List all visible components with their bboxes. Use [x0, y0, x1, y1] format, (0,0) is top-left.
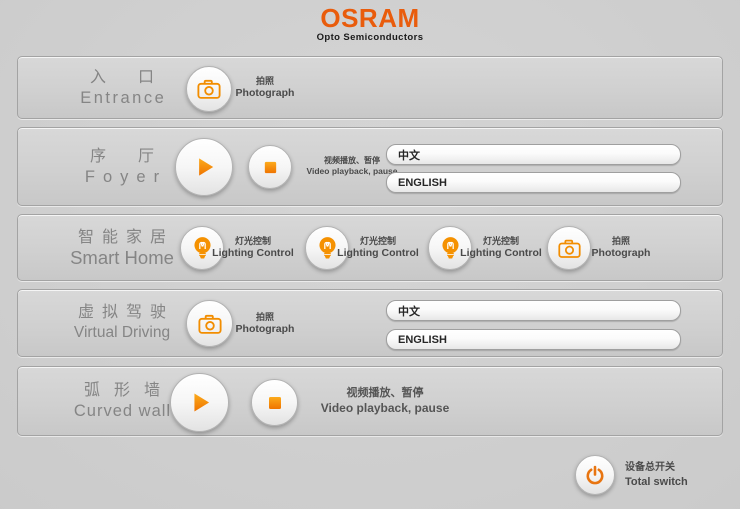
- section-title-zh: 智能家居: [70, 228, 174, 248]
- foyer-english-button[interactable]: ENGLISH: [386, 172, 681, 193]
- lighting-control-label-3: 灯光控制 Lighting Control: [453, 215, 549, 280]
- field-label: ENGLISH: [398, 334, 447, 346]
- virtual-driving-photo-label: 拍照 Photograph: [220, 290, 310, 356]
- power-icon: [583, 463, 607, 487]
- label-en: Lighting Control: [453, 247, 549, 260]
- curved-wall-play-button[interactable]: [170, 373, 229, 432]
- section-title-en: Curved wall: [73, 401, 171, 421]
- camera-icon: [196, 77, 222, 101]
- section-title-en: Entrance: [78, 88, 167, 108]
- stop-icon: [262, 159, 279, 176]
- section-title-zh: 序厅: [58, 147, 186, 167]
- panel-smart-home: 智能家居 Smart Home 灯光控制 Lighting Control: [17, 214, 723, 281]
- curved-wall-stop-button[interactable]: [251, 379, 298, 426]
- label-zh: 拍照: [576, 235, 666, 247]
- section-title-en: Smart Home: [70, 248, 174, 268]
- section-title-en: Virtual Driving: [74, 323, 170, 343]
- control-panel: OSRAM Opto Semiconductors 入口 Entrance 拍照…: [0, 0, 740, 509]
- smart-home-photo-label: 拍照 Photograph: [576, 215, 666, 280]
- foyer-play-button[interactable]: [175, 138, 233, 196]
- virtual-driving-chinese-button[interactable]: 中文: [386, 300, 681, 321]
- header: OSRAM Opto Semiconductors: [0, 5, 740, 43]
- label-zh: 拍照: [220, 75, 310, 87]
- play-icon: [186, 389, 213, 416]
- lighting-control-label-1: 灯光控制 Lighting Control: [205, 215, 301, 280]
- panel-virtual-driving: 虚拟驾驶 Virtual Driving 拍照 Photograph 中文 EN…: [17, 289, 723, 357]
- foyer-chinese-button[interactable]: 中文: [386, 144, 681, 165]
- virtual-driving-english-button[interactable]: ENGLISH: [386, 329, 681, 350]
- label-en: Video playback, pause: [300, 401, 470, 416]
- camera-icon: [197, 312, 223, 336]
- total-switch-button[interactable]: [575, 455, 615, 495]
- section-title-zh: 入口: [58, 68, 186, 88]
- osram-logo: OSRAM: [0, 5, 740, 31]
- section-title-zh: 弧形墙: [70, 381, 174, 401]
- field-label: 中文: [398, 147, 420, 163]
- label-en: Photograph: [576, 247, 666, 260]
- label-en: Photograph: [220, 323, 310, 336]
- footer: 设备总开关 Total switch: [0, 450, 740, 500]
- label-zh: 设备总开关: [625, 461, 725, 475]
- play-icon: [191, 154, 217, 180]
- panel-foyer: 序厅 Foyer 视频播放、暂停 Video playback, pause 中…: [17, 127, 723, 206]
- section-title-virtual-driving: 虚拟驾驶 Virtual Driving: [36, 290, 208, 356]
- total-switch-label: 设备总开关 Total switch: [625, 450, 725, 500]
- field-label: 中文: [398, 303, 420, 319]
- section-title-en: Foyer: [77, 167, 167, 187]
- entrance-photo-label: 拍照 Photograph: [220, 57, 310, 118]
- label-zh: 灯光控制: [453, 235, 549, 247]
- label-zh: 拍照: [220, 311, 310, 323]
- brand-subtitle: Opto Semiconductors: [0, 32, 740, 43]
- foyer-video-label: 视频播放、暂停 Video playback, pause: [302, 128, 402, 205]
- field-label: ENGLISH: [398, 177, 447, 189]
- label-en: Photograph: [220, 87, 310, 100]
- lighting-control-label-2: 灯光控制 Lighting Control: [330, 215, 426, 280]
- label-zh: 灯光控制: [330, 235, 426, 247]
- section-title-zh: 虚拟驾驶: [70, 303, 174, 323]
- stop-icon: [266, 394, 284, 412]
- label-zh: 灯光控制: [205, 235, 301, 247]
- label-zh: 视频播放、暂停: [300, 386, 470, 401]
- curved-wall-video-label: 视频播放、暂停 Video playback, pause: [300, 367, 470, 435]
- foyer-stop-button[interactable]: [248, 145, 292, 189]
- label-en: Total switch: [625, 475, 725, 489]
- label-en: Lighting Control: [205, 247, 301, 260]
- panel-curved-wall: 弧形墙 Curved wall 视频播放、暂停 Video playback, …: [17, 366, 723, 436]
- label-en: Lighting Control: [330, 247, 426, 260]
- panel-entrance: 入口 Entrance 拍照 Photograph: [17, 56, 723, 119]
- section-title-entrance: 入口 Entrance: [36, 57, 208, 118]
